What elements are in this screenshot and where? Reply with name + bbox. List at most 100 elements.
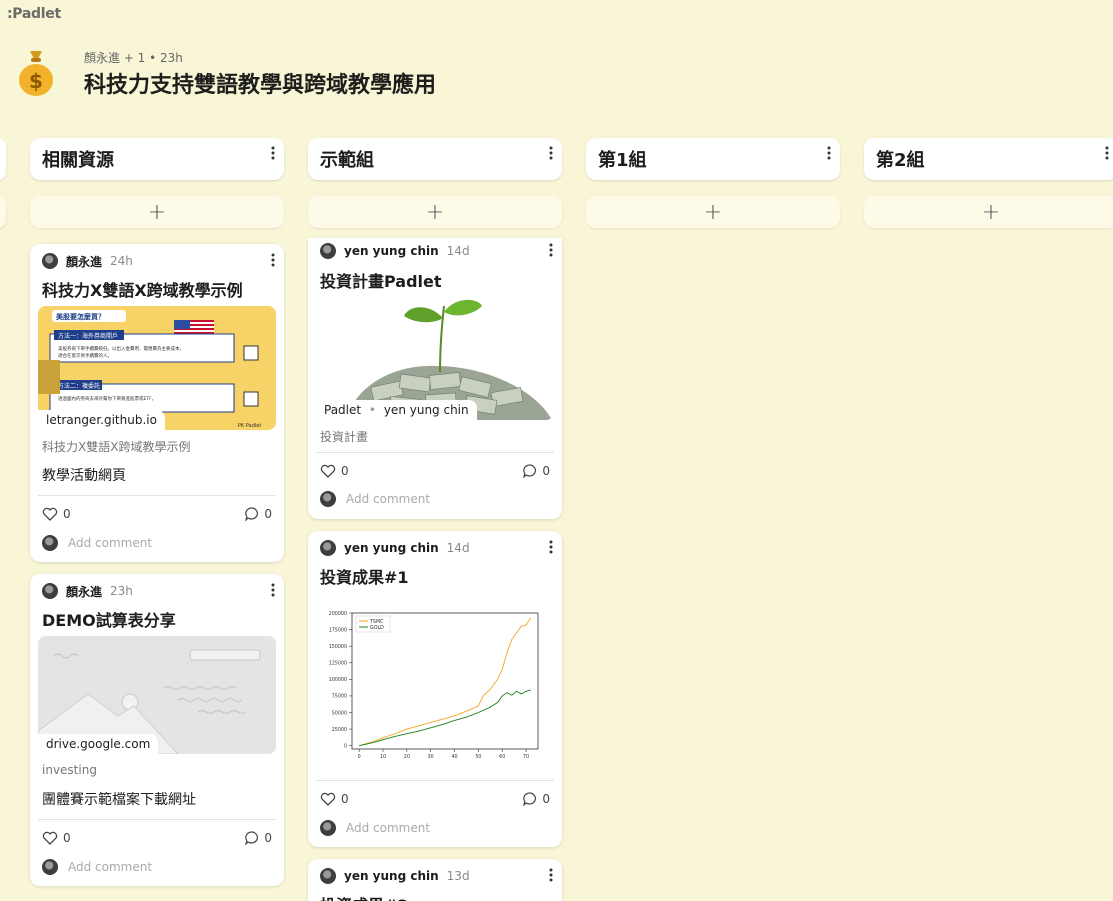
chart-frame <box>351 612 539 750</box>
svg-text:$: $ <box>29 69 43 93</box>
link-preview[interactable]: 美股要怎麼買？ 方法一：海外券商開戶 美股券商下單手續費較低，以出入金費用、電匯… <box>38 306 276 430</box>
chart-attachment[interactable]: 0 25000 50000 75000 100000 125000 150000 175000… <box>316 599 554 777</box>
post-card[interactable]: 顏永進 23h DEMO試算表分享 drive.google.com inves… <box>30 574 284 886</box>
column-title: 示範組 <box>320 150 374 171</box>
more-options-icon[interactable] <box>548 868 554 882</box>
thumb-method2-line1: 透過國內的券商去海外幫你下單買進股票或ETF， <box>58 395 156 402</box>
post-time: 23h <box>110 584 133 598</box>
more-options-icon[interactable] <box>270 583 276 597</box>
x-tick-label: 60 <box>499 754 505 760</box>
more-options-icon[interactable] <box>270 253 276 267</box>
reaction-bar: 0 0 <box>320 462 550 480</box>
link-preview[interactable]: Padlet • yen yung chin <box>316 294 554 420</box>
add-comment-input[interactable]: Add comment <box>346 821 430 835</box>
divider <box>316 452 554 453</box>
source-author: yen yung chin <box>383 403 469 417</box>
divider <box>38 819 276 820</box>
post-title: 投資成果#2 <box>320 892 409 901</box>
add-comment-row[interactable]: Add comment <box>42 535 152 551</box>
author-name: 顏永進 <box>66 584 103 599</box>
comment-button[interactable]: 0 <box>245 507 272 521</box>
link-domain[interactable]: letranger.github.io <box>38 410 165 430</box>
author-name: yen yung chin <box>344 541 439 555</box>
add-post-button[interactable]: + <box>308 196 562 228</box>
more-options-icon[interactable] <box>826 146 832 160</box>
y-tick-label: 125000 <box>329 661 347 667</box>
comment-button[interactable]: 0 <box>523 464 550 478</box>
y-tick-label: 25000 <box>332 727 347 733</box>
author-name: yen yung chin <box>344 244 439 258</box>
link-source[interactable]: Padlet • yen yung chin <box>316 400 477 420</box>
more-options-icon[interactable] <box>548 540 554 554</box>
column-header-group2[interactable]: 第2組 <box>864 138 1113 180</box>
link-title: 科技力X雙語X跨域教學示例 <box>42 440 191 454</box>
column-header-demo[interactable]: 示範組 <box>308 138 562 180</box>
like-button[interactable]: 0 <box>320 792 349 806</box>
add-comment-row[interactable]: Add comment <box>320 820 430 836</box>
post-card[interactable]: yen yung chin 13d 投資成果#2 <box>308 859 562 901</box>
comment-icon <box>523 792 537 806</box>
add-post-button[interactable]: + <box>30 196 284 228</box>
like-count: 0 <box>63 831 71 845</box>
x-tick-label: 50 <box>475 754 481 760</box>
add-comment-row[interactable]: Add comment <box>320 491 430 507</box>
reaction-bar: 0 0 <box>320 790 550 808</box>
post-card[interactable]: 顏永進 24h 科技力X雙語X跨域教學示例 美股要怎麼買？ 方法一：海外券商開戶… <box>30 244 284 562</box>
divider <box>38 495 276 496</box>
add-comment-input[interactable]: Add comment <box>68 860 152 874</box>
avatar <box>42 859 58 875</box>
avatar[interactable] <box>320 540 336 556</box>
comment-count: 0 <box>542 464 550 478</box>
separator-dot: • <box>368 403 376 417</box>
prev-column-header-edge[interactable] <box>0 138 6 180</box>
thumb-brand: PK Padlet <box>238 423 261 429</box>
column-header-group1[interactable]: 第1組 <box>586 138 840 180</box>
like-button[interactable]: 0 <box>320 464 349 478</box>
like-button[interactable]: 0 <box>42 507 71 521</box>
comment-button[interactable]: 0 <box>245 831 272 845</box>
post-title: 投資計畫Padlet <box>320 272 442 291</box>
link-preview[interactable]: drive.google.com <box>38 636 276 754</box>
heart-icon <box>320 464 336 478</box>
comment-count: 0 <box>264 507 272 521</box>
avatar[interactable] <box>42 253 58 269</box>
post-title: 科技力X雙語X跨域教學示例 <box>42 281 243 300</box>
add-comment-row[interactable]: Add comment <box>42 859 152 875</box>
add-post-button[interactable]: + <box>586 196 840 228</box>
heart-icon <box>42 831 58 845</box>
column-title: 第1組 <box>598 150 647 171</box>
x-tick-label: 10 <box>380 754 386 760</box>
link-title: 投資計畫 <box>320 430 369 444</box>
avatar[interactable] <box>42 583 58 599</box>
add-post-button[interactable]: + <box>864 196 1113 228</box>
more-options-icon[interactable] <box>548 146 554 160</box>
more-options-icon[interactable] <box>270 146 276 160</box>
y-tick-label: 75000 <box>332 694 347 700</box>
avatar[interactable] <box>320 243 336 259</box>
avatar[interactable] <box>320 868 336 884</box>
comment-icon <box>523 464 537 478</box>
prev-column-add-edge[interactable] <box>0 196 6 228</box>
comment-count: 0 <box>264 831 272 845</box>
like-button[interactable]: 0 <box>42 831 71 845</box>
padlet-logo[interactable]: :Padlet <box>7 6 61 22</box>
more-options-icon[interactable] <box>548 243 554 257</box>
post-card[interactable]: yen yung chin 14d 投資成果#1 0 25000 50000 7500… <box>308 531 562 847</box>
post-time: 24h <box>110 254 133 268</box>
post-author-row: yen yung chin 14d <box>320 539 470 557</box>
add-comment-input[interactable]: Add comment <box>346 492 430 506</box>
comment-button[interactable]: 0 <box>523 792 550 806</box>
page-title: 科技力支持雙語教學與跨域教學應用 <box>84 73 437 98</box>
reaction-bar: 0 0 <box>42 505 272 523</box>
add-comment-input[interactable]: Add comment <box>68 536 152 550</box>
like-count: 0 <box>63 507 71 521</box>
column-header-resources[interactable]: 相關資源 <box>30 138 284 180</box>
link-domain[interactable]: drive.google.com <box>38 734 159 754</box>
post-title: DEMO試算表分享 <box>42 611 176 630</box>
thumb-method1: 方法一：海外券商開戶 <box>58 332 118 340</box>
like-count: 0 <box>341 792 349 806</box>
post-card[interactable]: yen yung chin 14d 投資計畫Padlet Padlet • ye… <box>308 238 562 519</box>
more-options-icon[interactable] <box>1104 146 1110 160</box>
post-time: 13d <box>446 869 470 883</box>
y-tick-label: 100000 <box>329 677 347 683</box>
